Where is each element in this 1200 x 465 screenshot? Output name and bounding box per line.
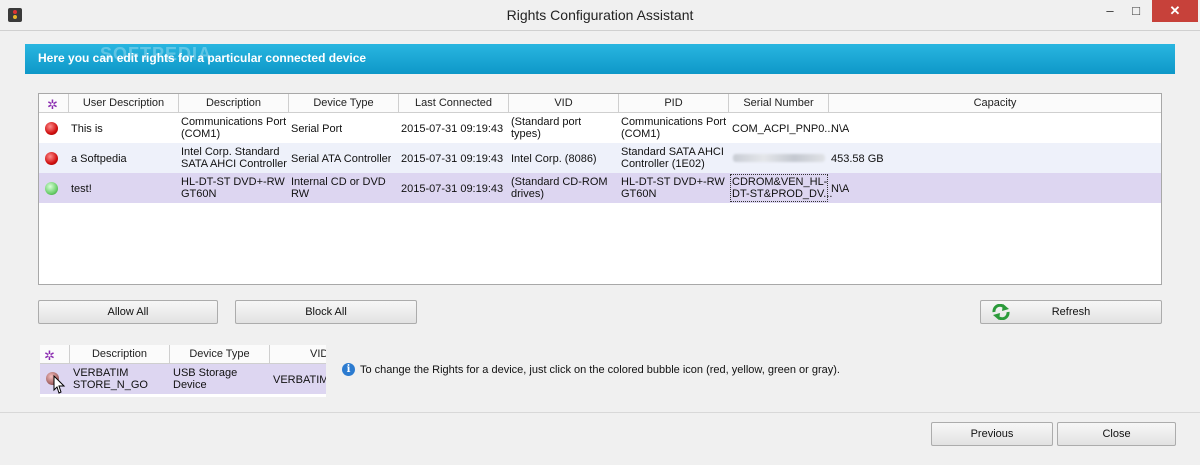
column-header-serial-number[interactable]: Serial Number	[729, 94, 829, 113]
info-icon: i	[342, 363, 355, 376]
serial-number-cell[interactable]: CDROM&VEN_HL- DT-ST&PROD_DV...	[732, 176, 832, 200]
close-button[interactable]: Close	[1057, 422, 1176, 446]
column-header-description[interactable]: Description	[179, 94, 289, 113]
refresh-button[interactable]: Refresh	[980, 300, 1162, 324]
devices-table: ✲ User Description Description Device Ty…	[38, 93, 1162, 285]
column-header-user-description[interactable]: User Description	[69, 94, 179, 113]
allow-all-button[interactable]: Allow All	[38, 300, 218, 324]
example-row: VERBATIM STORE_N_GO USB Storage Device VER…	[40, 364, 326, 394]
column-header-capacity[interactable]: Capacity	[829, 94, 1161, 113]
serial-number-redacted	[733, 154, 825, 162]
description-cell: Intel Corp. Standard SATA AHCI Controller	[181, 146, 287, 170]
device-type-cell: USB Storage Device	[173, 367, 238, 391]
user-description-cell: a Softpedia	[71, 153, 127, 165]
capacity-cell: 453.58 GB	[831, 153, 884, 165]
vid-cell: (Standard port types)	[511, 116, 582, 140]
rights-bubble-icon[interactable]	[45, 152, 58, 165]
cursor-icon	[53, 375, 66, 394]
column-header-device-type: Device Type	[170, 345, 270, 364]
column-header-device-type[interactable]: Device Type	[289, 94, 399, 113]
minimize-button[interactable]: –	[1097, 0, 1123, 22]
column-header-vid[interactable]: VID	[509, 94, 619, 113]
last-connected-cell: 2015-07-31 09:19:43	[401, 153, 504, 165]
table-row[interactable]: a Softpedia Intel Corp. Standard SATA AHC…	[39, 143, 1161, 173]
description-cell: VERBATIM STORE_N_GO	[73, 367, 148, 391]
device-type-cell: Serial ATA Controller	[291, 153, 392, 165]
refresh-label: Refresh	[1051, 306, 1091, 318]
previous-button[interactable]: Previous	[931, 422, 1053, 446]
example-device-table: ✲ Description Device Type VID VERBATIM ST…	[40, 345, 326, 397]
vid-cell: Intel Corp. (8086)	[511, 153, 597, 165]
rights-wand-icon: ✲	[44, 348, 55, 363]
rights-bubble-icon[interactable]	[45, 182, 58, 195]
column-header-vid: VID	[270, 345, 326, 364]
description-cell: Communications Port (COM1)	[181, 116, 287, 140]
title-bar: Rights Configuration Assistant – □ ✕	[0, 0, 1200, 31]
column-header-description: Description	[70, 345, 170, 364]
user-description-cell: test!	[71, 183, 92, 195]
capacity-cell: N\A	[831, 123, 850, 135]
column-header-last-connected[interactable]: Last Connected	[399, 94, 509, 113]
description-cell: HL-DT-ST DVD+-RW GT60N	[181, 176, 285, 200]
window-title: Rights Configuration Assistant	[506, 7, 694, 23]
pid-cell: Communications Port (COM1)	[621, 116, 727, 140]
column-header-pid[interactable]: PID	[619, 94, 729, 113]
table-row[interactable]: This is Communications Port (COM1) Serial…	[39, 113, 1161, 143]
capacity-cell: N\A	[831, 183, 850, 195]
vid-cell: VERBATIM	[273, 374, 326, 386]
last-connected-cell: 2015-07-31 09:19:43	[401, 123, 504, 135]
close-window-button[interactable]: ✕	[1152, 0, 1198, 22]
pid-cell: Standard SATA AHCI Controller (1E02)	[621, 146, 724, 170]
refresh-icon	[992, 304, 1010, 320]
column-header-icon: ✲	[40, 345, 70, 364]
watermark: SOFTPEDIA	[100, 44, 213, 64]
serial-number-cell: COM_ACPI_PNP0...	[732, 123, 834, 135]
column-header-icon: ✲	[39, 94, 69, 113]
pid-cell: HL-DT-ST DVD+-RW GT60N	[621, 176, 725, 200]
vid-cell: (Standard CD-ROM drives)	[511, 176, 608, 200]
last-connected-cell: 2015-07-31 09:19:43	[401, 183, 504, 195]
block-all-button[interactable]: Block All	[235, 300, 417, 324]
rights-bubble-icon[interactable]	[45, 122, 58, 135]
device-type-cell: Internal CD or DVD RW	[291, 176, 386, 200]
maximize-button[interactable]: □	[1123, 0, 1149, 22]
table-row-selected[interactable]: test! HL-DT-ST DVD+-RW GT60N Internal CD …	[39, 173, 1161, 203]
device-type-cell: Serial Port	[291, 123, 343, 135]
rights-wand-icon: ✲	[47, 97, 58, 112]
user-description-cell: This is	[71, 123, 103, 135]
info-text: To change the Rights for a device, just …	[360, 364, 840, 376]
